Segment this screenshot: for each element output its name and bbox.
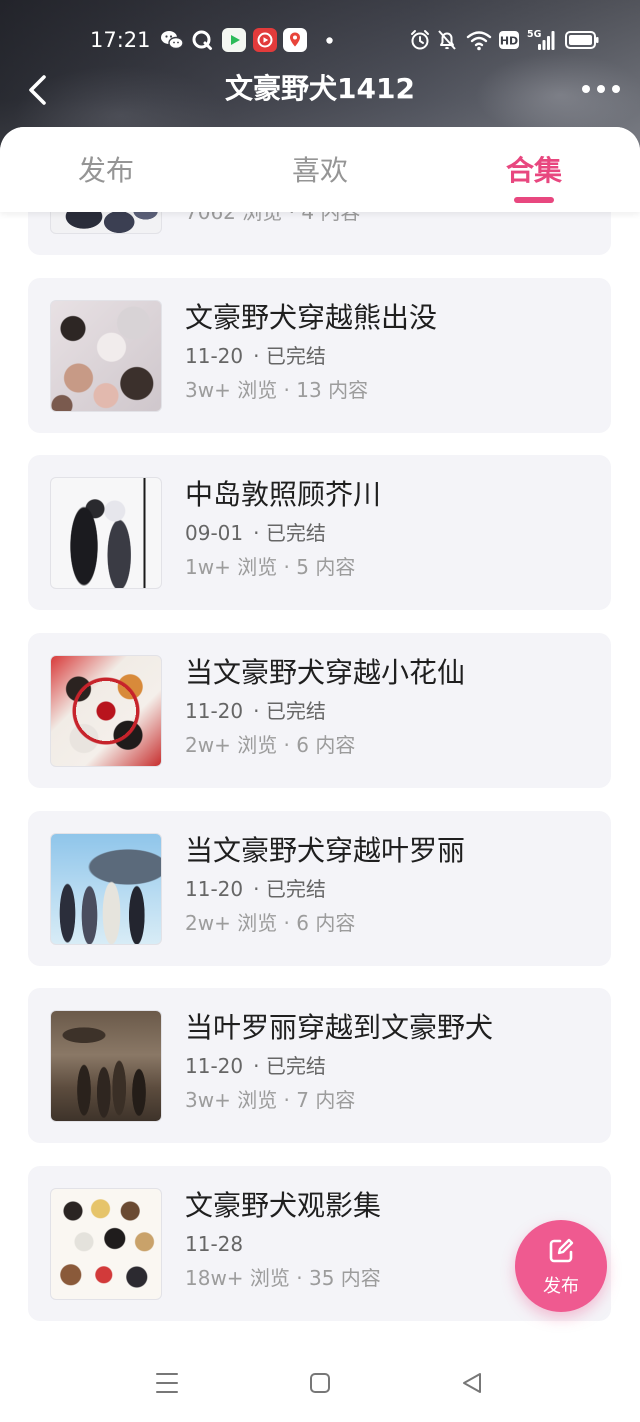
collection-title: 当叶罗丽穿越到文豪野犬 — [185, 1011, 494, 1045]
collection-card[interactable]: 当文豪野犬穿越小花仙 11-20 · 已完结 2w+ 浏览 · 6 内容 — [28, 633, 611, 789]
active-tab-indicator — [514, 197, 554, 203]
battery-icon — [565, 31, 599, 49]
network-label: 5G — [527, 29, 542, 40]
collection-stats: 2w+ 浏览 · 6 内容 — [185, 733, 356, 758]
collection-status: · 已完结 — [253, 521, 326, 546]
more-dots-icon — [582, 85, 620, 93]
qq-browser-icon — [192, 30, 212, 50]
collection-cover-image — [50, 1010, 162, 1123]
collection-list-content: 7062 浏览 · 4 内容 文豪野犬穿越熊出没 11-20 · 已完结 3w+ … — [28, 212, 611, 1344]
collection-card[interactable]: 7062 浏览 · 4 内容 — [28, 212, 611, 255]
collection-stats: 7062 浏览 · 4 内容 — [185, 212, 361, 224]
nav-back-icon[interactable] — [461, 1372, 483, 1394]
collection-meta: 11-20 · 已完结 — [185, 1052, 326, 1080]
collection-date: 11-28 — [185, 1232, 244, 1257]
publish-fab-button[interactable]: 发布 — [515, 1220, 607, 1312]
hd-label: HD — [500, 35, 518, 48]
collection-card[interactable]: 中岛敦照顾芥川 09-01 · 已完结 1w+ 浏览 · 5 内容 — [28, 455, 611, 611]
collection-meta: 11-20 · 已完结 — [185, 342, 326, 370]
tab-bar: 发布 喜欢 合集 — [0, 127, 640, 212]
page-title: 文豪野犬1412 — [225, 72, 415, 105]
collection-title: 文豪野犬观影集 — [185, 1189, 382, 1223]
collection-cover-image — [50, 299, 162, 412]
more-notifications-dot — [326, 37, 333, 44]
collection-stats: 3w+ 浏览 · 7 内容 — [185, 1088, 356, 1113]
collection-stats: 18w+ 浏览 · 35 内容 — [185, 1266, 381, 1291]
collection-card[interactable]: 当叶罗丽穿越到文豪野犬 11-20 · 已完结 3w+ 浏览 · 7 内容 — [28, 988, 611, 1144]
more-button[interactable] — [578, 78, 624, 100]
collection-title: 文豪野犬穿越熊出没 — [185, 300, 438, 334]
collection-date: 11-20 — [185, 699, 244, 724]
collection-stats: 3w+ 浏览 · 13 内容 — [185, 377, 369, 402]
wechat-icon — [161, 31, 184, 50]
collection-cover-image — [50, 477, 162, 590]
5g-signal-icon: 5G — [527, 29, 555, 50]
collection-cover-image — [50, 832, 162, 945]
edit-icon — [549, 1238, 574, 1263]
collection-date: 11-20 — [185, 876, 244, 901]
tab-collections[interactable]: 合集 — [464, 153, 604, 189]
mute-icon — [438, 30, 456, 50]
collection-card[interactable]: 文豪野犬穿越熊出没 11-20 · 已完结 3w+ 浏览 · 13 内容 — [28, 277, 611, 433]
collection-cover-image — [50, 655, 162, 768]
collection-date: 11-20 — [185, 343, 244, 368]
collection-cover-image — [50, 212, 162, 234]
collection-status: · 已完结 — [253, 343, 326, 368]
hd-icon: HD — [499, 31, 519, 49]
collection-title: 中岛敦照顾芥川 — [185, 478, 382, 512]
collection-stats: 1w+ 浏览 · 5 内容 — [185, 555, 356, 580]
collection-meta: 11-20 · 已完结 — [185, 875, 326, 903]
collection-title: 当文豪野犬穿越叶罗丽 — [185, 833, 466, 867]
tab-posts[interactable]: 发布 — [36, 153, 176, 189]
collection-stats: 2w+ 浏览 · 6 内容 — [185, 910, 356, 935]
collection-card[interactable]: 当文豪野犬穿越叶罗丽 11-20 · 已完结 2w+ 浏览 · 6 内容 — [28, 810, 611, 966]
collection-title: 当文豪野犬穿越小花仙 — [185, 656, 466, 690]
alarm-icon — [411, 30, 429, 50]
collection-meta: 11-28 — [185, 1230, 243, 1258]
collection-list[interactable]: 7062 浏览 · 4 内容 文豪野犬穿越熊出没 11-20 · 已完结 3w+ … — [0, 212, 640, 1345]
collection-cover-image — [50, 1188, 162, 1301]
map-app-icon — [283, 28, 307, 52]
status-time: 17:21 — [90, 28, 151, 52]
tab-likes[interactable]: 喜欢 — [250, 153, 390, 189]
recent-apps-icon[interactable] — [155, 1371, 179, 1395]
red-video-app-icon — [253, 28, 277, 52]
system-nav-bar — [0, 1345, 640, 1422]
collection-meta: 09-01 · 已完结 — [185, 519, 326, 547]
collection-meta: 11-20 · 已完结 — [185, 697, 326, 725]
home-icon[interactable] — [309, 1372, 331, 1394]
collection-date: 09-01 — [185, 521, 244, 546]
video-app-icon — [222, 28, 246, 52]
collection-status: · 已完结 — [253, 876, 326, 901]
wifi-icon — [466, 31, 492, 51]
collection-date: 11-20 — [185, 1054, 244, 1079]
collection-status: · 已完结 — [253, 1054, 326, 1079]
publish-fab-label: 发布 — [543, 1276, 579, 1297]
collection-status: · 已完结 — [253, 699, 326, 724]
